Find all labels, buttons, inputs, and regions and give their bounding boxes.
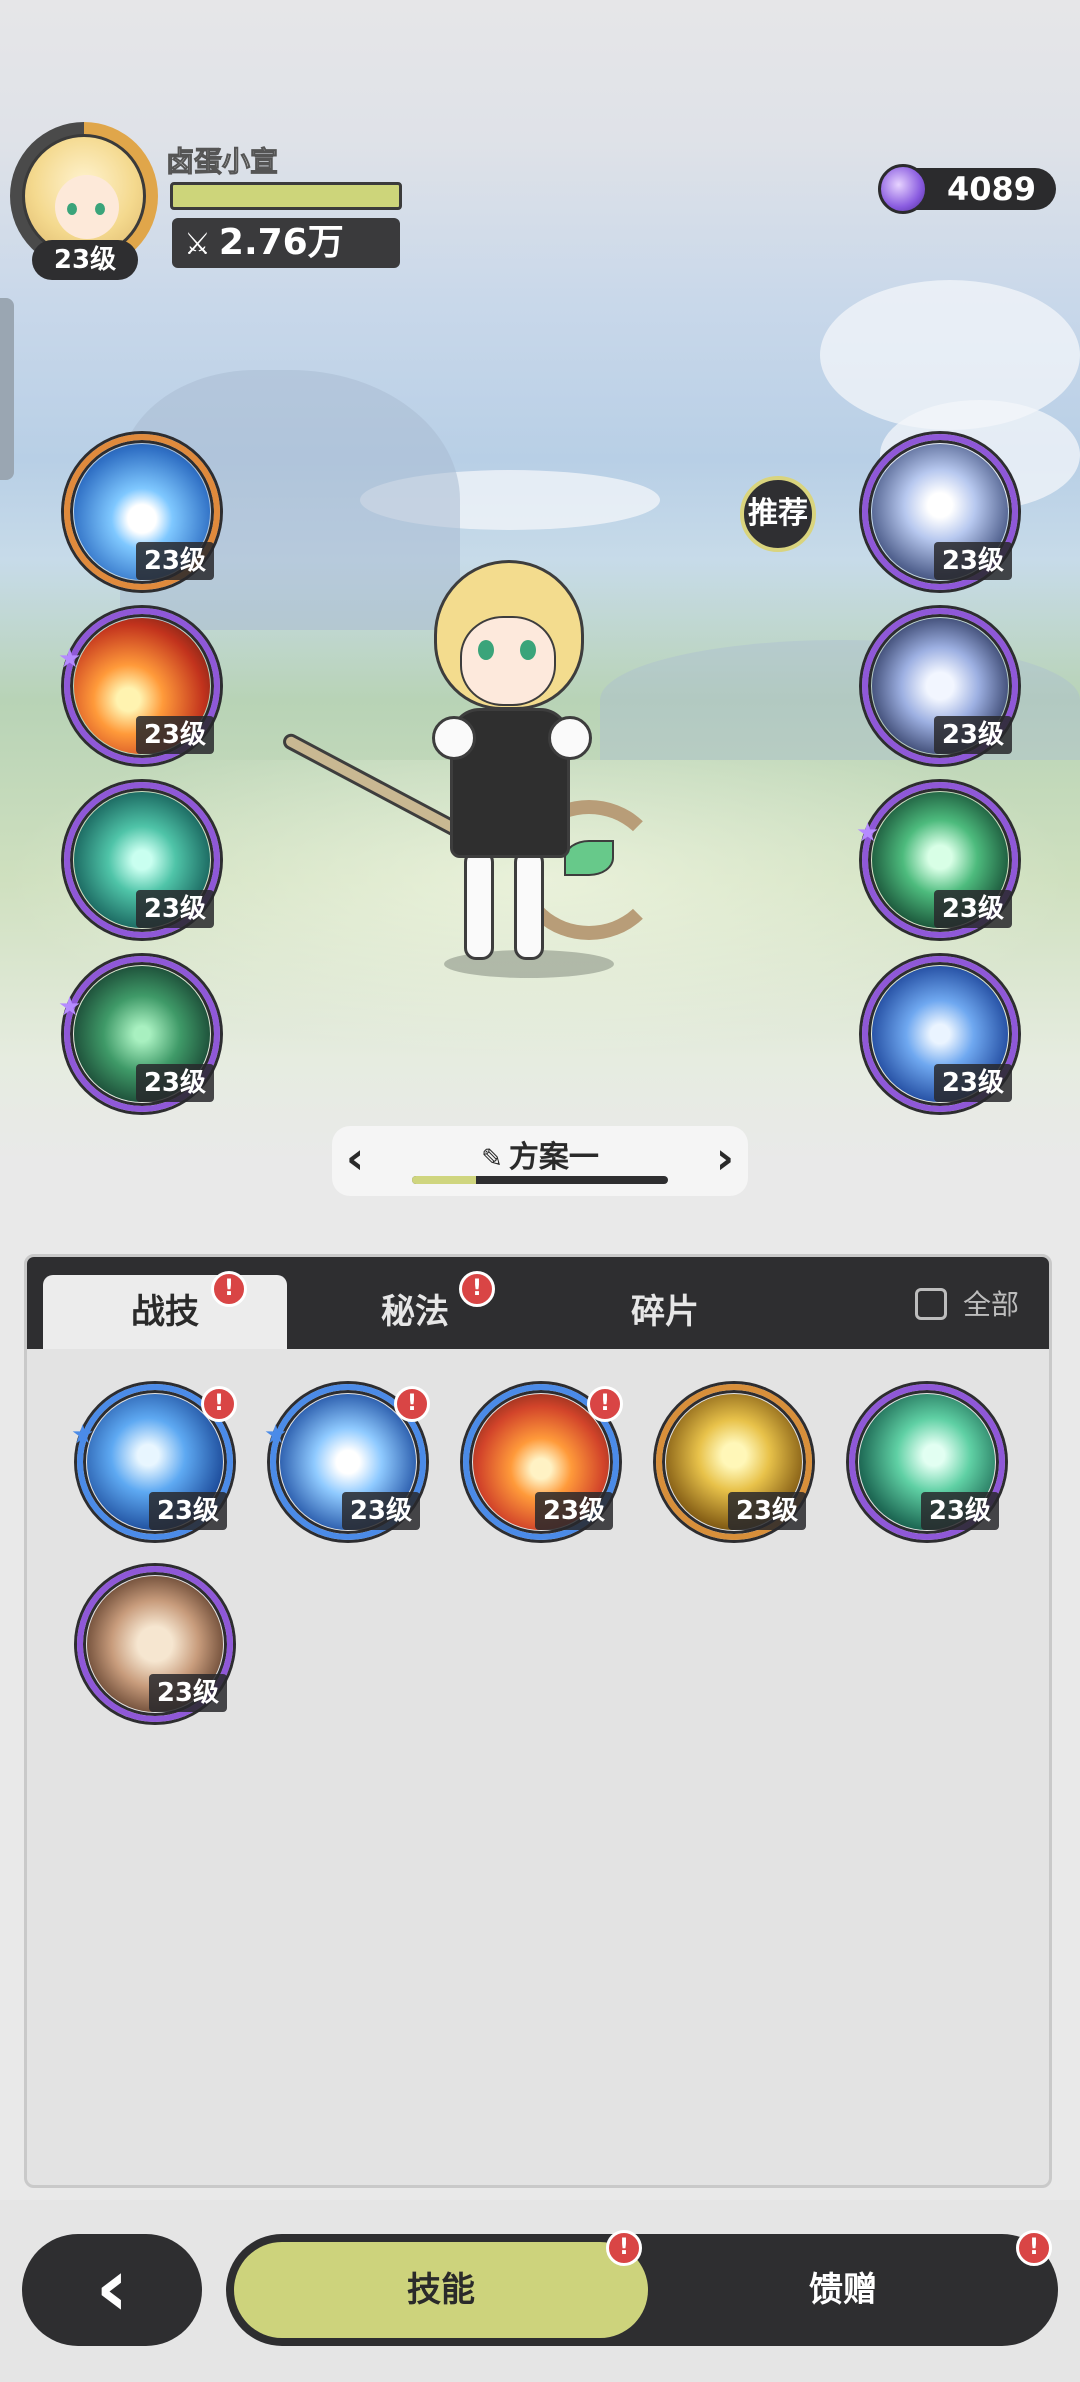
- show-all-label: 全部: [962, 1288, 1019, 1321]
- skill-level-label: 23级: [933, 716, 1012, 754]
- equipped-skill-slot[interactable]: 23级: [862, 956, 1018, 1112]
- player-avatar[interactable]: 23级: [10, 122, 158, 280]
- skill-level-label: 23级: [534, 1492, 613, 1530]
- equipped-skill-slot[interactable]: ★ 23级: [58, 608, 220, 764]
- back-button[interactable]: ‹: [22, 2234, 202, 2346]
- notification-badge: !: [459, 1271, 495, 1307]
- tab-bar: 战技 ! 秘法 ! 碎片 全部: [27, 1257, 1049, 1349]
- skill-level-label: 23级: [341, 1492, 420, 1530]
- pencil-icon: ✎: [481, 1144, 503, 1174]
- skill-card[interactable]: 23级: [849, 1384, 1005, 1540]
- leaf-icon: [564, 840, 614, 876]
- plan-selector: ‹ ✎ 方案一 ›: [332, 1126, 748, 1196]
- star-icon: ★: [58, 644, 82, 674]
- skill-level-label: 23级: [920, 1492, 999, 1530]
- skill-card[interactable]: ★ 23级!: [71, 1384, 237, 1540]
- player-exp-bar: [170, 182, 402, 210]
- mode-switch: 技能 馈赠: [226, 2234, 1058, 2346]
- bottom-bar: ‹ 技能 馈赠 ! !: [0, 2200, 1080, 2382]
- tab-combat-skills[interactable]: 战技: [43, 1275, 287, 1349]
- side-drawer-handle[interactable]: [0, 298, 14, 480]
- skill-level-label: 23级: [148, 1492, 227, 1530]
- plan-title[interactable]: ✎ 方案一: [332, 1132, 748, 1176]
- star-icon: ★: [264, 1420, 288, 1450]
- avatar-face: [55, 175, 119, 239]
- character-eye: [520, 640, 536, 660]
- tab-label: 秘法: [381, 1292, 449, 1332]
- gifts-mode-button[interactable]: 馈赠: [636, 2242, 1050, 2338]
- combat-power: ⚔ 2.76万: [172, 218, 400, 268]
- tab-label: 碎片: [631, 1292, 699, 1332]
- notification-badge: !: [201, 1386, 237, 1422]
- notification-badge: !: [394, 1386, 430, 1422]
- skill-inventory-panel: 战技 ! 秘法 ! 碎片 全部 ★ 23级! ★ 23级! 23级! 23级 23级 23级: [24, 1254, 1052, 2188]
- player-character: [264, 540, 684, 980]
- next-plan-button[interactable]: ›: [716, 1134, 734, 1184]
- skill-level-label: 23级: [727, 1492, 806, 1530]
- star-icon: ★: [58, 992, 82, 1022]
- equipped-skill-slot[interactable]: 23级: [862, 434, 1018, 590]
- equipped-skill-slot[interactable]: 23级: [862, 608, 1018, 764]
- recommend-button[interactable]: 推荐: [740, 476, 816, 552]
- plan-progress-fill: [412, 1176, 476, 1184]
- purple-crystal-icon: [878, 164, 928, 214]
- character-sleeve: [548, 716, 592, 760]
- skill-card[interactable]: 23级: [656, 1384, 812, 1540]
- chevron-left-icon: ‹: [95, 2241, 129, 2334]
- avatar-eye: [95, 203, 105, 215]
- notification-badge: !: [587, 1386, 623, 1422]
- character-leg: [514, 850, 544, 960]
- skill-level-label: 23级: [933, 542, 1012, 580]
- plan-name: 方案一: [508, 1140, 599, 1175]
- skill-level-label: 23级: [135, 1064, 214, 1102]
- currency-amount: 4089: [946, 170, 1036, 208]
- notification-badge: !: [211, 1271, 247, 1307]
- notification-badge: !: [1016, 2230, 1052, 2266]
- skill-level-label: 23级: [148, 1674, 227, 1712]
- equipped-skill-slot[interactable]: 23级: [64, 782, 220, 938]
- skill-level-label: 23级: [933, 1064, 1012, 1102]
- skill-level-label: 23级: [135, 542, 214, 580]
- skill-level-label: 23级: [135, 890, 214, 928]
- tab-secret-arts[interactable]: 秘法: [293, 1275, 537, 1349]
- skill-card[interactable]: ★ 23级!: [264, 1384, 430, 1540]
- notification-badge: !: [606, 2230, 642, 2266]
- tab-label: 战技: [131, 1292, 199, 1332]
- character-eye: [478, 640, 494, 660]
- star-icon: ★: [856, 818, 880, 848]
- tab-fragments[interactable]: 碎片: [543, 1275, 787, 1349]
- equipped-skill-slot[interactable]: ★ 23级: [58, 956, 220, 1112]
- checkbox-icon: [914, 1288, 947, 1320]
- skill-level-label: 23级: [933, 890, 1012, 928]
- character-leg: [464, 850, 494, 960]
- plan-progress-bar: [412, 1176, 668, 1184]
- player-name: 卤蛋小宣: [165, 145, 279, 179]
- combat-power-value: 2.76万: [218, 222, 344, 263]
- crossed-swords-icon: ⚔: [184, 227, 211, 262]
- character-sleeve: [432, 716, 476, 760]
- equipped-skill-slot[interactable]: ★ 23级: [856, 782, 1018, 938]
- equipped-skill-slot[interactable]: 23级: [64, 434, 220, 590]
- character-face: [460, 616, 556, 706]
- skill-level-label: 23级: [135, 716, 214, 754]
- skills-mode-button[interactable]: 技能: [234, 2242, 648, 2338]
- star-icon: ★: [71, 1420, 95, 1450]
- show-all-checkbox[interactable]: 全部: [914, 1285, 1019, 1325]
- skill-card[interactable]: 23级: [77, 1566, 233, 1722]
- skill-card[interactable]: 23级!: [463, 1384, 623, 1540]
- avatar-eye: [67, 203, 77, 215]
- player-level-badge: 23级: [32, 240, 138, 280]
